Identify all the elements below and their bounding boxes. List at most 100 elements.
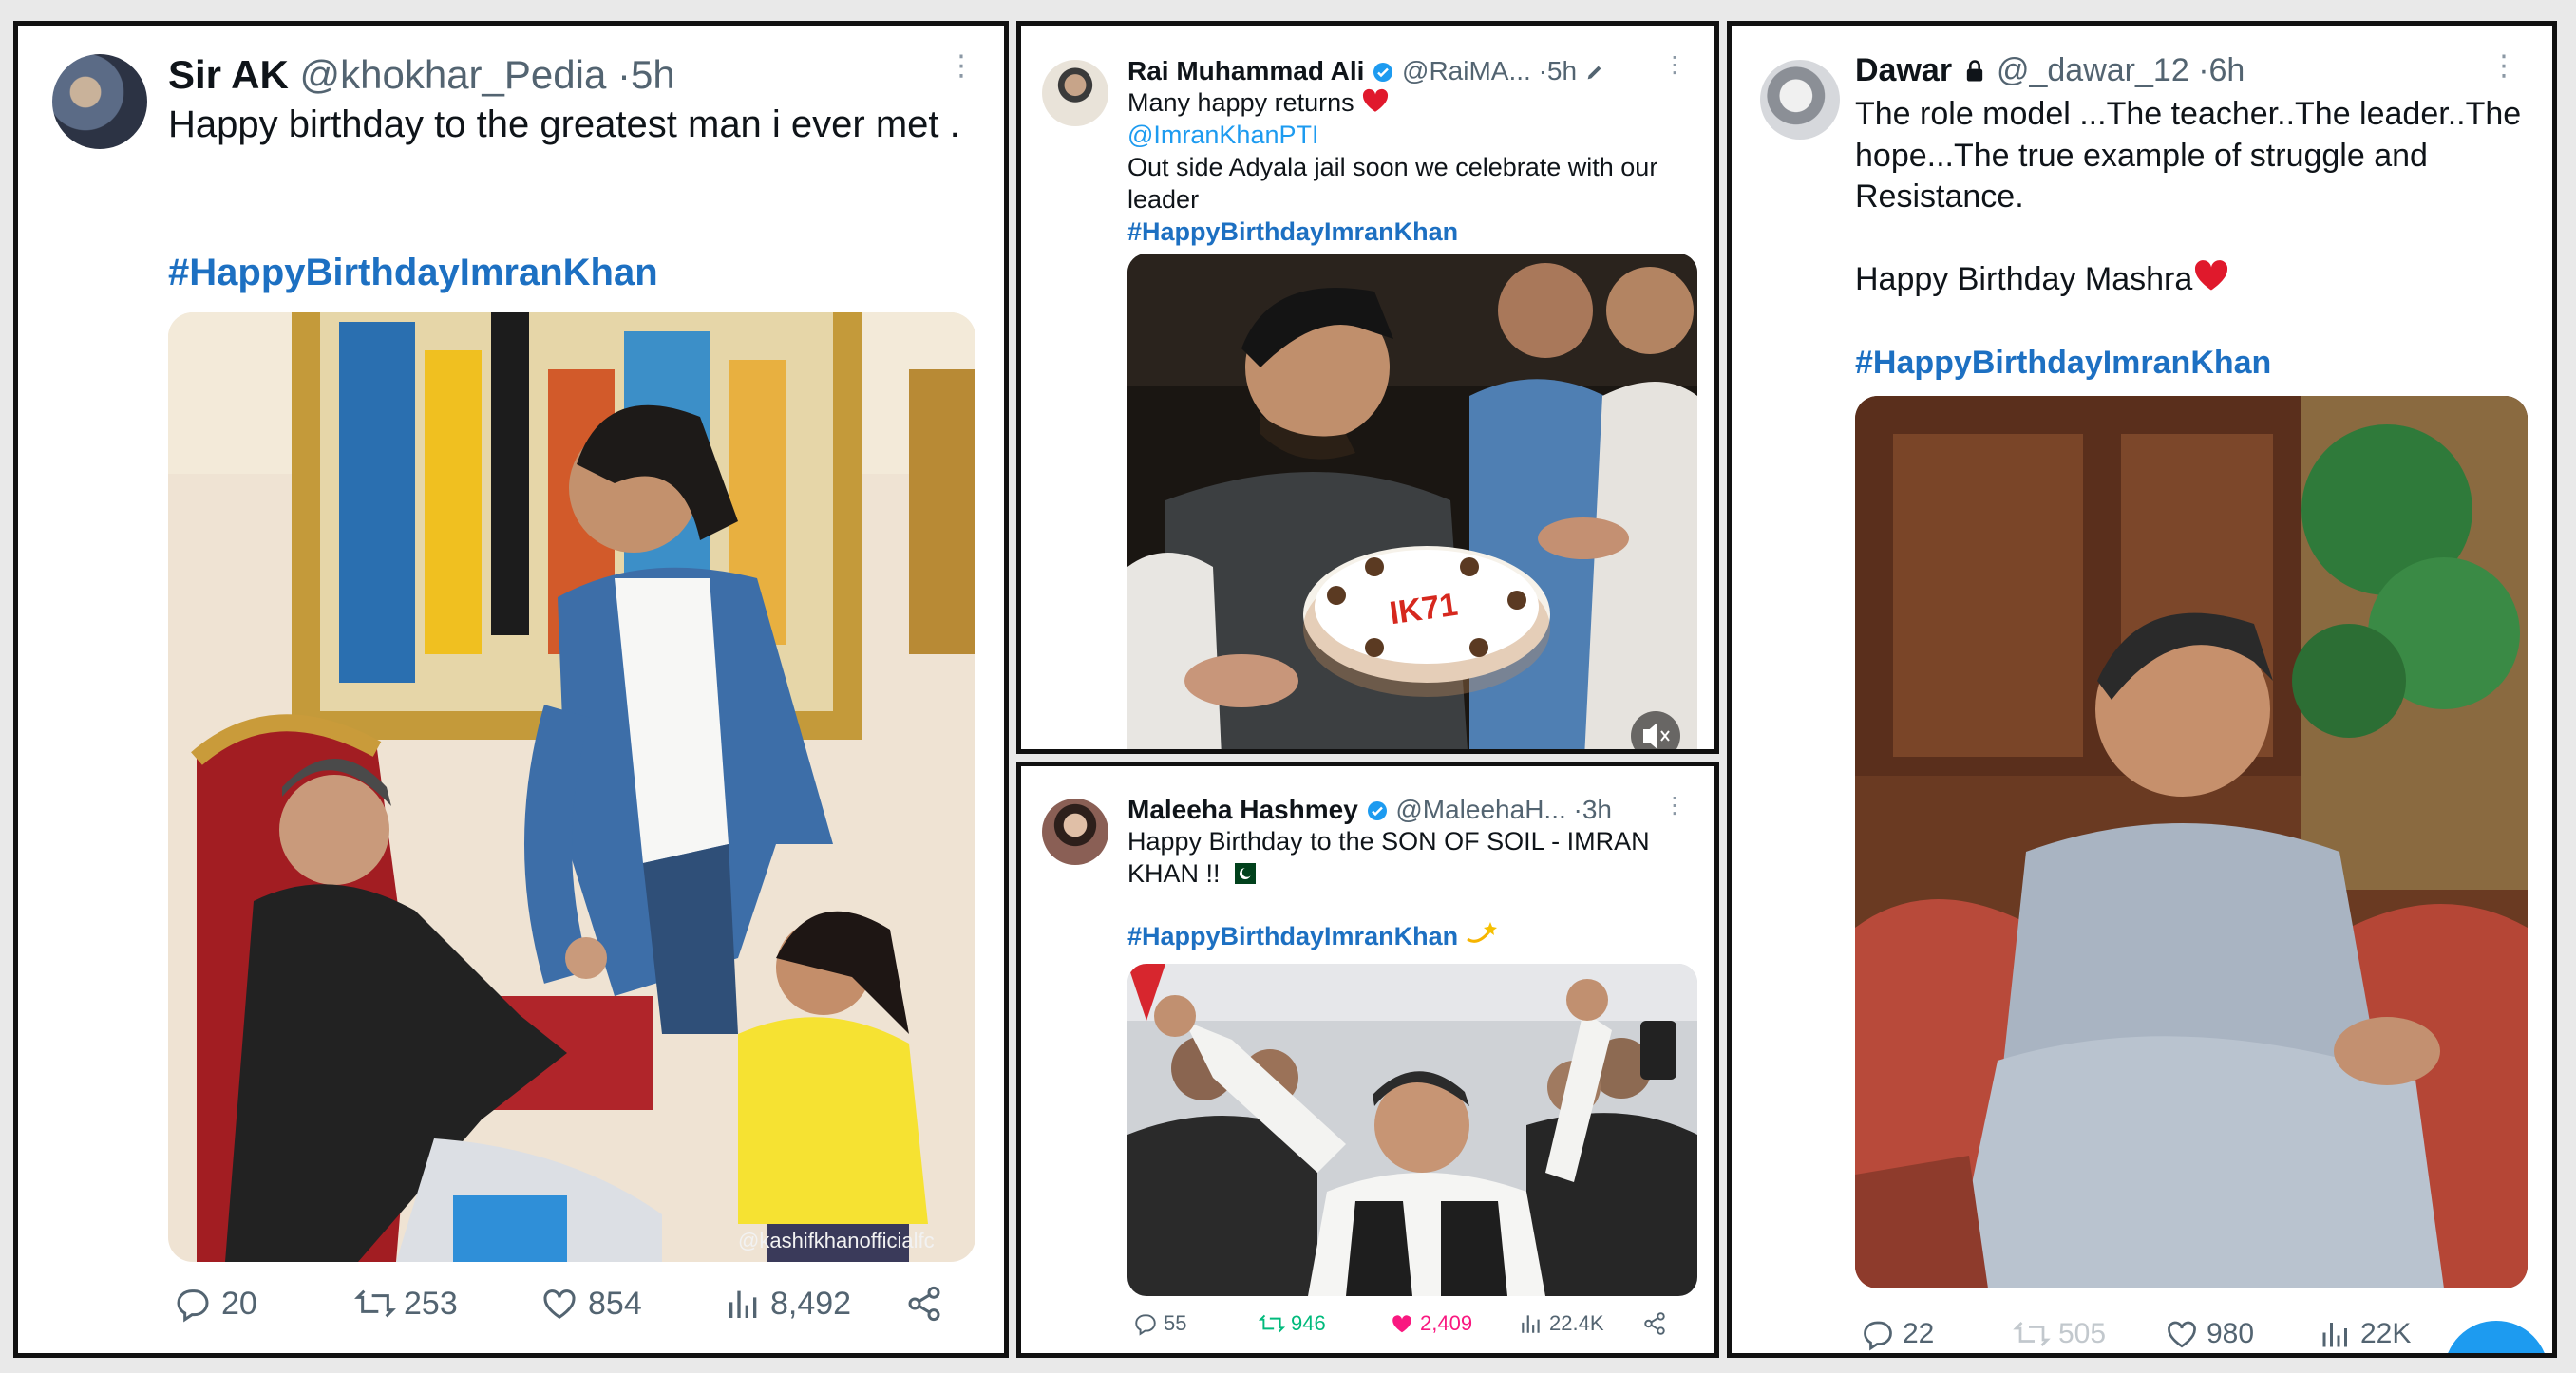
display-name[interactable]: Maleeha Hashmey (1127, 795, 1358, 824)
views-button[interactable]: 22K (2319, 1317, 2442, 1351)
reply-button[interactable]: 55 (1133, 1311, 1259, 1336)
reply-icon (177, 1289, 209, 1323)
heart-filled-icon (1392, 1315, 1411, 1333)
tweet-time[interactable]: 5h (631, 52, 675, 97)
tweet-photo[interactable] (1855, 396, 2528, 1288)
tweet-line-1: Happy Birthday to the SON OF SOIL - IMRA… (1127, 827, 1657, 889)
tweet-text: Many happy returns @ImranKhanPTI Out sid… (1127, 86, 1697, 248)
repost-count: 253 (404, 1285, 458, 1322)
avatar[interactable] (1760, 60, 1840, 140)
tweet-time[interactable]: 6h (2209, 52, 2245, 88)
more-options-icon[interactable]: ⋮ (2490, 52, 2518, 81)
display-name[interactable]: Sir AK (168, 52, 289, 97)
repost-button[interactable]: 946 (1259, 1311, 1390, 1336)
like-button[interactable]: 980 (2165, 1317, 2319, 1351)
like-count: 854 (588, 1285, 642, 1322)
reply-button[interactable]: 20 (174, 1285, 354, 1323)
hashtag-link[interactable]: #HappyBirthdayImranKhan (168, 252, 658, 294)
floating-action-button[interactable] (2444, 1321, 2548, 1353)
views-chart-icon (729, 1290, 757, 1318)
tweet-time[interactable]: 3h (1582, 795, 1612, 824)
display-name[interactable]: Dawar (1855, 52, 1952, 88)
verified-badge-icon (1373, 63, 1393, 82)
hashtag-link[interactable]: #HappyBirthdayImranKhan (1127, 920, 1498, 951)
edited-pencil-icon (1587, 66, 1601, 80)
avatar[interactable] (1042, 60, 1108, 126)
reply-button[interactable]: 22 (1861, 1317, 2013, 1351)
like-count: 2,409 (1420, 1311, 1473, 1335)
views-chart-icon (1522, 1315, 1540, 1333)
tweet-text: Happy birthday to the greatest man i eve… (168, 103, 960, 145)
tweet-actions: 20 253 854 8,492 (174, 1285, 943, 1323)
hashtag-text[interactable]: #HappyBirthdayImranKhan (1127, 922, 1458, 950)
user-handle[interactable]: @khokhar_Pedia (299, 52, 606, 97)
watermark-text: @kashifkhanofficialfc (738, 1229, 935, 1252)
views-button[interactable]: 8,492 (725, 1285, 905, 1323)
hashtag-link[interactable]: #HappyBirthdayImranKhan (1127, 217, 1458, 246)
reply-icon (1864, 1321, 1892, 1351)
separator-dot: · (1573, 795, 1582, 824)
separator-dot: · (617, 52, 631, 97)
avatar[interactable] (52, 54, 147, 149)
more-options-icon[interactable]: ⋮ (1663, 54, 1686, 77)
photo-visiting-imran-khan: @kashifkhanofficialfc (168, 312, 975, 1262)
tweet-line-1: Many happy returns (1127, 88, 1354, 117)
repost-icon (354, 1289, 396, 1318)
tweet-text: The role model ...The teacher..The leade… (1855, 94, 2539, 301)
avatar[interactable] (1042, 799, 1108, 865)
more-options-icon[interactable]: ⋮ (1663, 795, 1686, 818)
reply-count: 22 (1903, 1318, 1935, 1349)
views-button[interactable]: 22.4K (1519, 1311, 1642, 1336)
share-button[interactable] (905, 1285, 943, 1323)
tweet-card-maleeha-hashmey[interactable]: Maleeha Hashmey @MaleehaH... ·3h ⋮ Happy… (1016, 762, 1719, 1358)
share-icon (1644, 1312, 1665, 1335)
more-options-icon[interactable]: ⋮ (947, 52, 975, 81)
user-handle[interactable]: @RaiMA... (1402, 56, 1531, 85)
tweet-header: Dawar @_dawar_12 ·6h (1855, 52, 2245, 89)
like-button[interactable]: 2,409 (1390, 1311, 1519, 1336)
tweet-header: Maleeha Hashmey @MaleehaH... ·3h (1127, 795, 1612, 825)
mention-link[interactable]: @ImranKhanPTI (1127, 121, 1319, 149)
user-handle[interactable]: @MaleehaH... (1395, 795, 1565, 824)
user-handle[interactable]: @_dawar_12 (1997, 52, 2189, 88)
share-icon (908, 1286, 940, 1322)
tweet-line-1: The role model ...The teacher..The leade… (1855, 96, 2530, 216)
pakistan-flag-emoji-icon (1227, 863, 1257, 885)
tweet-line-2: Happy Birthday Mashra (1855, 261, 2193, 298)
separator-dot: · (1538, 56, 1547, 85)
tweet-photo[interactable]: @kashifkhanofficialfc (168, 312, 975, 1262)
repost-count: 946 (1291, 1311, 1326, 1335)
red-heart-emoji-icon (2195, 260, 2228, 291)
tweet-text: Happy Birthday to the SON OF SOIL - IMRA… (1127, 825, 1697, 890)
views-chart-icon (2322, 1323, 2347, 1347)
like-count: 980 (2207, 1318, 2255, 1349)
photo-rally-crowd (1127, 964, 1697, 1296)
tweet-photo[interactable] (1127, 964, 1697, 1296)
repost-icon (1259, 1314, 1285, 1333)
tweet-card-rai-muhammad-ali[interactable]: Rai Muhammad Ali @RaiMA... ·5h ⋮ Many ha… (1016, 21, 1719, 754)
view-count: 22.4K (1549, 1311, 1604, 1335)
repost-button[interactable]: 253 (354, 1285, 540, 1323)
video-cake-celebration: IK71 (1127, 254, 1697, 749)
tweet-card-sir-ak[interactable]: Sir AK @khokhar_Pedia ·5h ⋮ Happy birthd… (13, 21, 1009, 1358)
repost-button[interactable]: 505 (2013, 1317, 2165, 1351)
lock-icon (1966, 60, 1982, 82)
photo-portrait-seated (1855, 396, 2528, 1288)
heart-icon (543, 1289, 576, 1319)
hashtag-link[interactable]: #HappyBirthdayImranKhan (1855, 345, 2271, 382)
reply-icon (1135, 1314, 1156, 1336)
repost-count: 505 (2058, 1318, 2107, 1349)
verified-badge-icon (1367, 801, 1387, 820)
separator-dot: · (2198, 52, 2209, 88)
heart-icon (2168, 1321, 2196, 1348)
like-button[interactable]: 854 (540, 1285, 725, 1323)
dizzy-star-emoji-icon (1466, 922, 1497, 943)
share-button[interactable] (1642, 1311, 1667, 1336)
tweet-video[interactable]: IK71 (1127, 254, 1697, 749)
display-name[interactable]: Rai Muhammad Ali (1127, 56, 1364, 85)
view-count: 8,492 (770, 1285, 852, 1322)
tweet-time[interactable]: 5h (1547, 56, 1577, 85)
view-count: 22K (2360, 1318, 2412, 1349)
tweet-card-dawar[interactable]: Dawar @_dawar_12 ·6h ⋮ The role model ..… (1727, 21, 2557, 1358)
tweet-actions: 22 505 980 22K (1861, 1317, 2442, 1351)
